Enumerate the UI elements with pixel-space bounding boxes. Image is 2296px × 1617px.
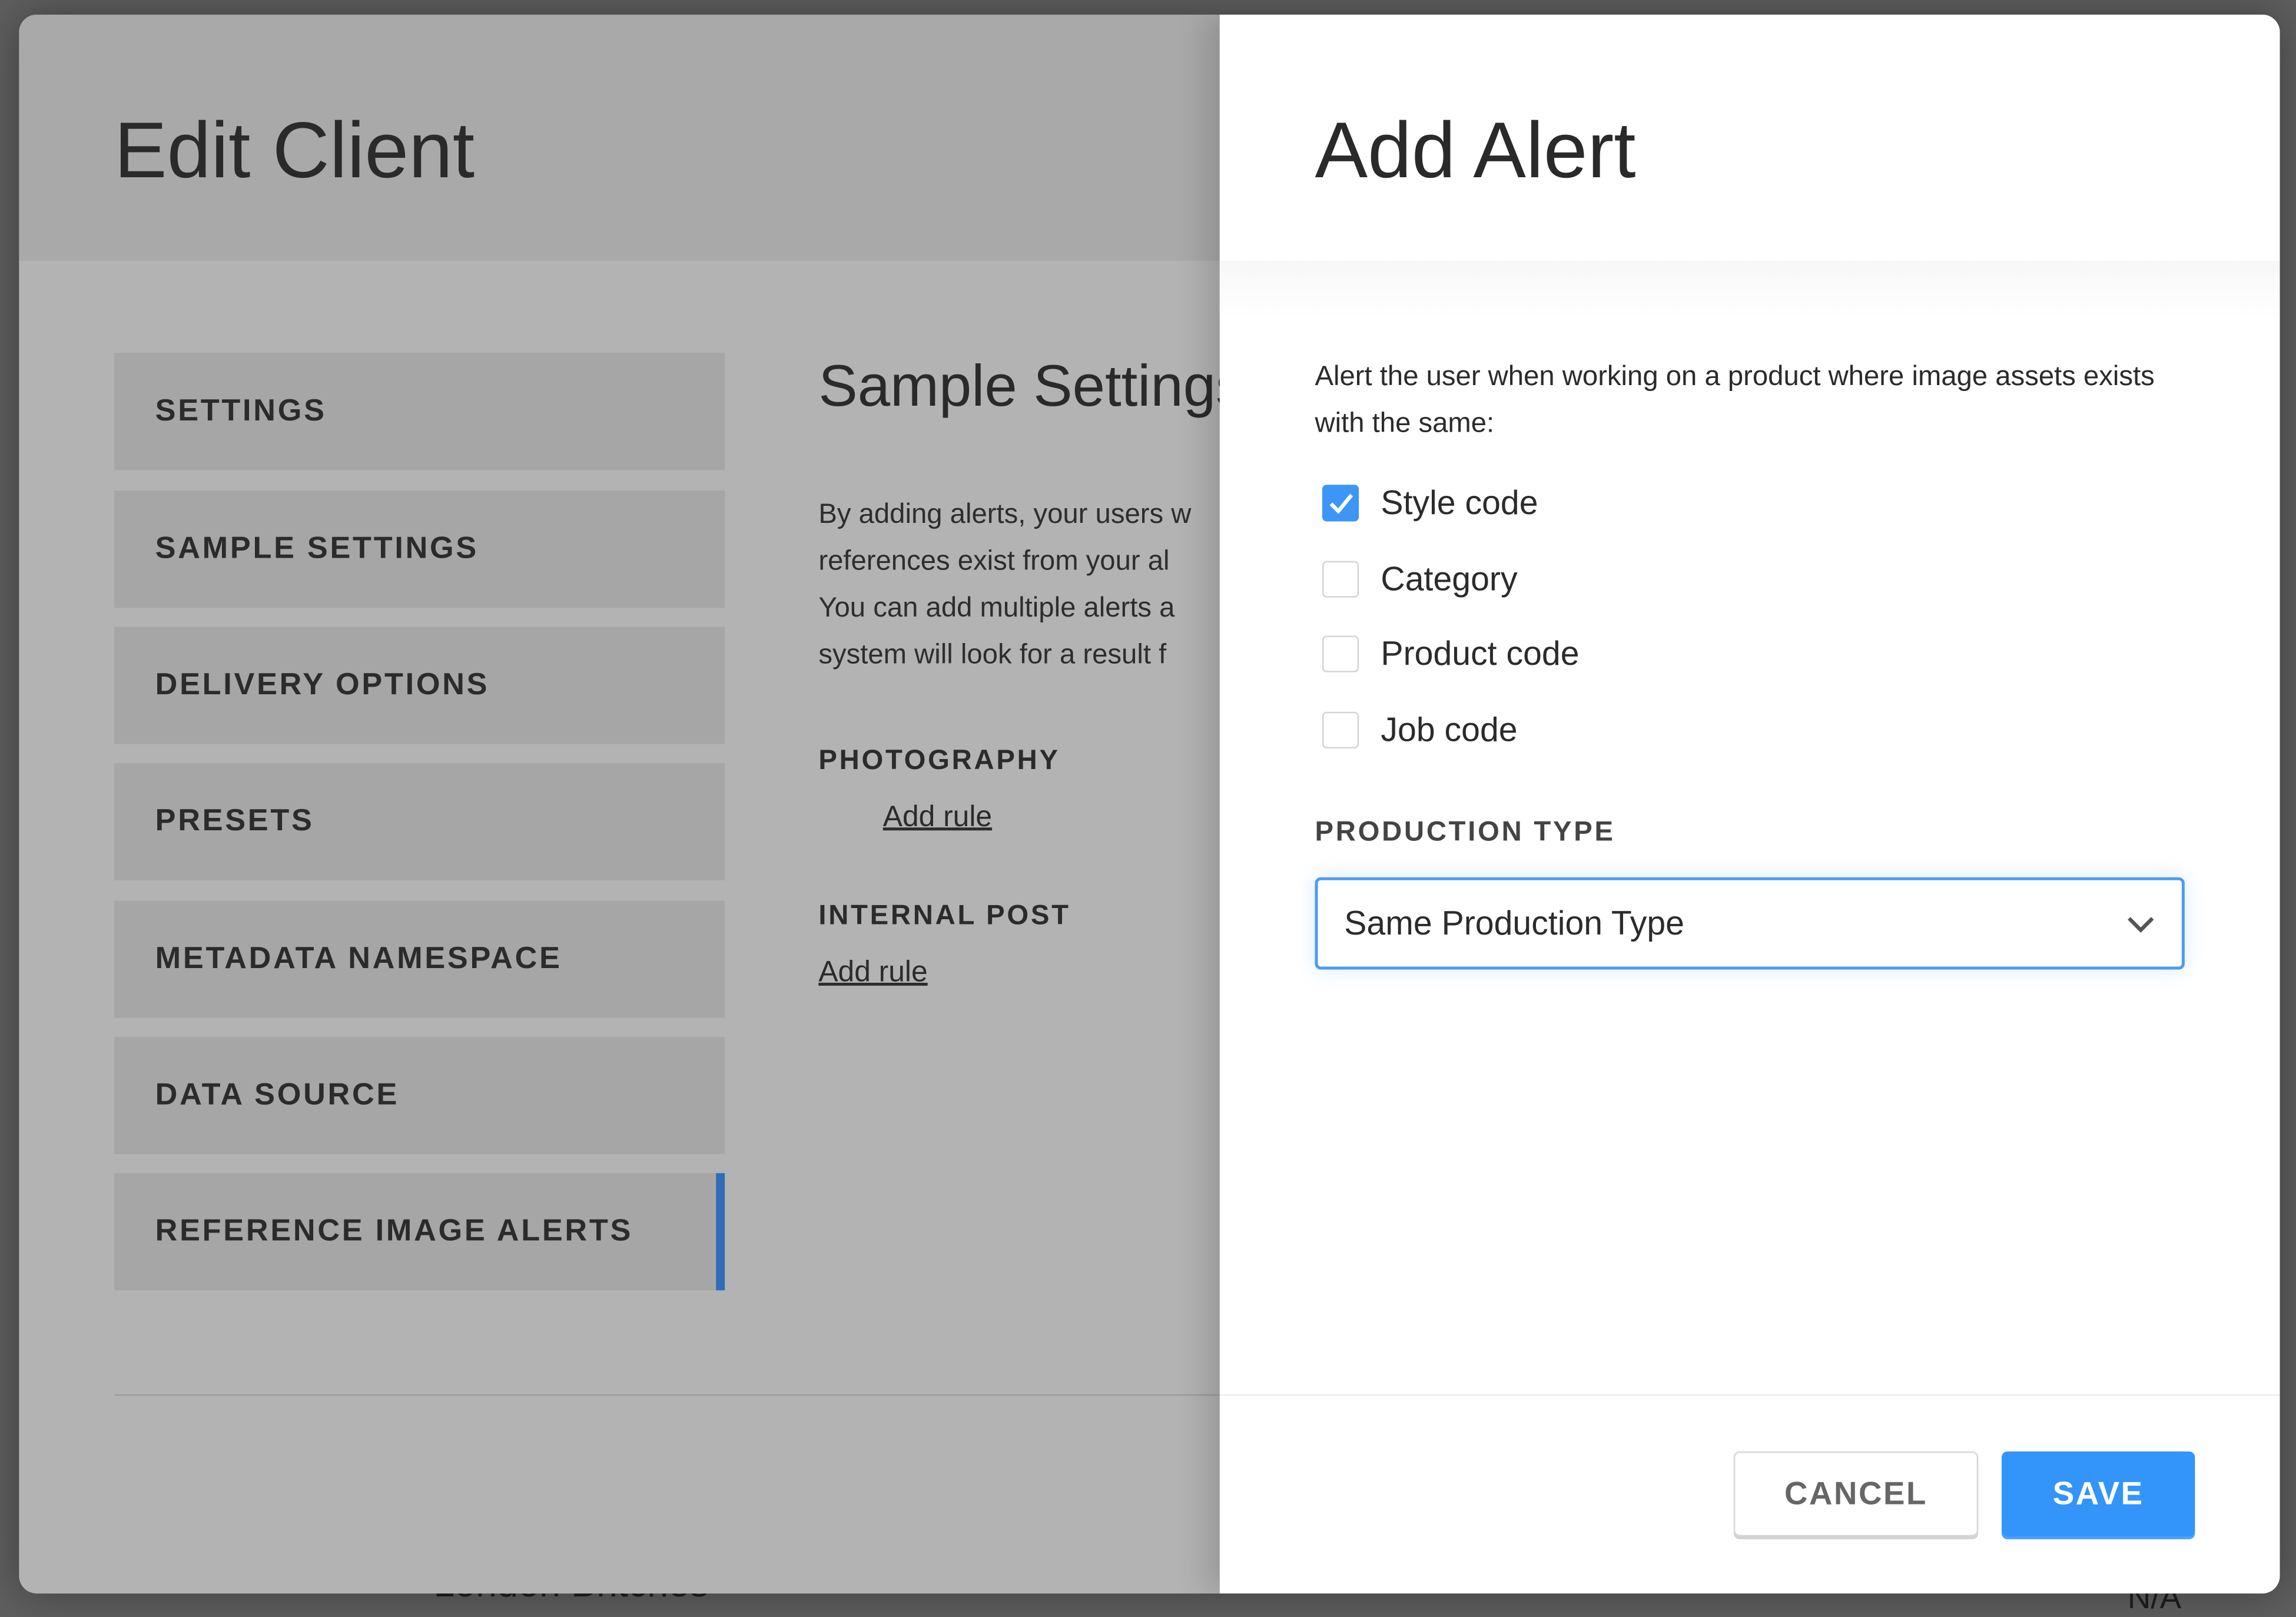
- description-line: You can add multiple alerts a: [818, 593, 1175, 624]
- nav-item-label: SAMPLE SETTINGS: [155, 531, 479, 566]
- select-value: Same Production Type: [1344, 903, 1684, 942]
- checkbox-label: Style code: [1381, 483, 1538, 522]
- description-line: By adding alerts, your users w: [818, 499, 1192, 531]
- nav-item-metadata-namespace[interactable]: METADATA NAMESPACE: [114, 900, 725, 1018]
- nav-item-label: REFERENCE IMAGE ALERTS: [155, 1214, 633, 1248]
- checkbox-unchecked[interactable]: [1322, 635, 1359, 672]
- nav-item-label: DATA SOURCE: [155, 1078, 400, 1112]
- edit-client-modal: Edit Client SETTINGS SAMPLE SETTINGS DEL…: [19, 14, 2280, 1594]
- checkmark-icon: [1329, 493, 1352, 513]
- nav-item-label: SETTINGS: [155, 394, 327, 428]
- add-rule-photography-link[interactable]: Add rule: [883, 801, 992, 834]
- production-type-select[interactable]: Same Production Type: [1315, 877, 2185, 970]
- checkbox-unchecked[interactable]: [1322, 561, 1359, 598]
- section-title: Sample Settings: [818, 354, 1220, 419]
- nav-item-sample-settings[interactable]: SAMPLE SETTINGS: [114, 491, 725, 608]
- add-alert-header: Add Alert: [1219, 14, 2280, 261]
- description-line: references exist from your al: [818, 546, 1170, 577]
- checkbox-label: Category: [1381, 559, 1518, 598]
- add-rule-internal-post-link[interactable]: Add rule: [818, 956, 927, 990]
- chevron-down-icon: [2128, 916, 2154, 932]
- group-label-photography: PHOTOGRAPHY: [818, 745, 1060, 777]
- edit-client-header: Edit Client: [19, 14, 1220, 261]
- checkbox-product-code[interactable]: Product code: [1322, 634, 1580, 674]
- section-description: By adding alerts, your users w reference…: [818, 492, 1191, 680]
- checkbox-job-code[interactable]: Job code: [1322, 710, 1518, 750]
- header-shadow: [1219, 260, 2280, 320]
- alert-description: Alert the user when working on a product…: [1315, 362, 2155, 440]
- panel-title: Add Alert: [1315, 107, 1636, 195]
- production-type-label: PRODUCTION TYPE: [1315, 817, 1615, 849]
- nav-item-data-source[interactable]: DATA SOURCE: [114, 1036, 725, 1154]
- add-alert-panel: Add Alert Alert the user when working on…: [1219, 14, 2280, 1594]
- checkbox-unchecked[interactable]: [1322, 711, 1359, 748]
- cancel-button[interactable]: CANCEL: [1733, 1451, 1979, 1537]
- edit-client-panel: Edit Client SETTINGS SAMPLE SETTINGS DEL…: [19, 14, 1220, 1593]
- nav-item-label: PRESETS: [155, 804, 314, 838]
- group-label-internal-post: INTERNAL POST: [818, 900, 1071, 932]
- save-button[interactable]: SAVE: [2002, 1451, 2195, 1537]
- nav-item-delivery-options[interactable]: DELIVERY OPTIONS: [114, 627, 725, 744]
- checkbox-checked[interactable]: [1322, 485, 1359, 522]
- checkbox-label: Product code: [1381, 634, 1580, 672]
- footer-divider: [1219, 1394, 2280, 1396]
- screen: London Britches N/A Edit Client SETTINGS…: [0, 0, 2296, 1615]
- checkbox-label: Job code: [1381, 710, 1518, 748]
- checkbox-category[interactable]: Category: [1322, 559, 1518, 599]
- nav-item-settings[interactable]: SETTINGS: [114, 353, 725, 470]
- divider: [114, 1394, 1220, 1396]
- nav-item-label: METADATA NAMESPACE: [155, 942, 562, 976]
- page-title: Edit Client: [114, 107, 475, 195]
- description-line: system will look for a result f: [818, 639, 1167, 671]
- nav-item-reference-image-alerts[interactable]: REFERENCE IMAGE ALERTS: [114, 1173, 725, 1291]
- checkbox-style-code[interactable]: Style code: [1322, 483, 1538, 523]
- nav-item-label: DELIVERY OPTIONS: [155, 668, 490, 702]
- nav-item-presets[interactable]: PRESETS: [114, 763, 725, 880]
